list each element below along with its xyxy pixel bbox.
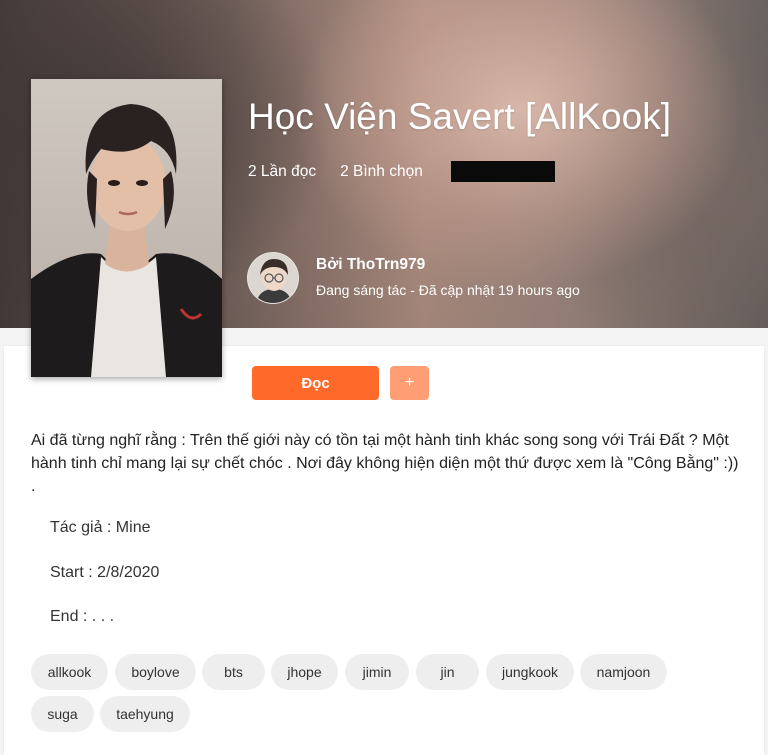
vote-count: 2 Bình chọn (340, 162, 423, 180)
redacted-block (450, 161, 555, 182)
tag-suga[interactable]: suga (31, 696, 94, 732)
story-page: Học Viện Savert [AllKook] 2 Lần đọc 2 Bì… (0, 0, 768, 755)
story-description: Ai đã từng nghĩ rằng : Trên thế giới này… (31, 432, 739, 495)
tag-jhope[interactable]: jhope (271, 654, 338, 690)
story-cover-image[interactable] (31, 79, 222, 377)
tag-namjoon[interactable]: namjoon (580, 654, 667, 690)
tag-boylove[interactable]: boylove (115, 654, 196, 690)
tag-taehyung[interactable]: taehyung (100, 696, 190, 732)
tag-bts[interactable]: bts (202, 654, 265, 690)
description-end-line: End : . . . (50, 608, 115, 625)
tag-jin[interactable]: jin (416, 654, 479, 690)
add-to-list-button[interactable]: + (390, 366, 429, 400)
description-start-line: Start : 2/8/2020 (50, 564, 160, 581)
story-status: Đang sáng tác - Đã cập nhật 19 hours ago (316, 282, 580, 298)
story-details-card (4, 346, 764, 755)
story-stats: 2 Lần đọc 2 Bình chọn (248, 161, 555, 182)
tag-allkook[interactable]: allkook (31, 654, 108, 690)
read-count: 2 Lần đọc (248, 162, 317, 180)
description-author-line: Tác giả : Mine (50, 519, 151, 536)
tag-jimin[interactable]: jimin (345, 654, 409, 690)
story-title: Học Viện Savert [AllKook] (248, 96, 671, 137)
tag-jungkook[interactable]: jungkook (486, 654, 574, 690)
read-button[interactable]: Đọc (252, 366, 379, 400)
author-name-link[interactable]: Bởi ThoTrn979 (316, 256, 425, 274)
author-avatar[interactable] (247, 252, 299, 304)
